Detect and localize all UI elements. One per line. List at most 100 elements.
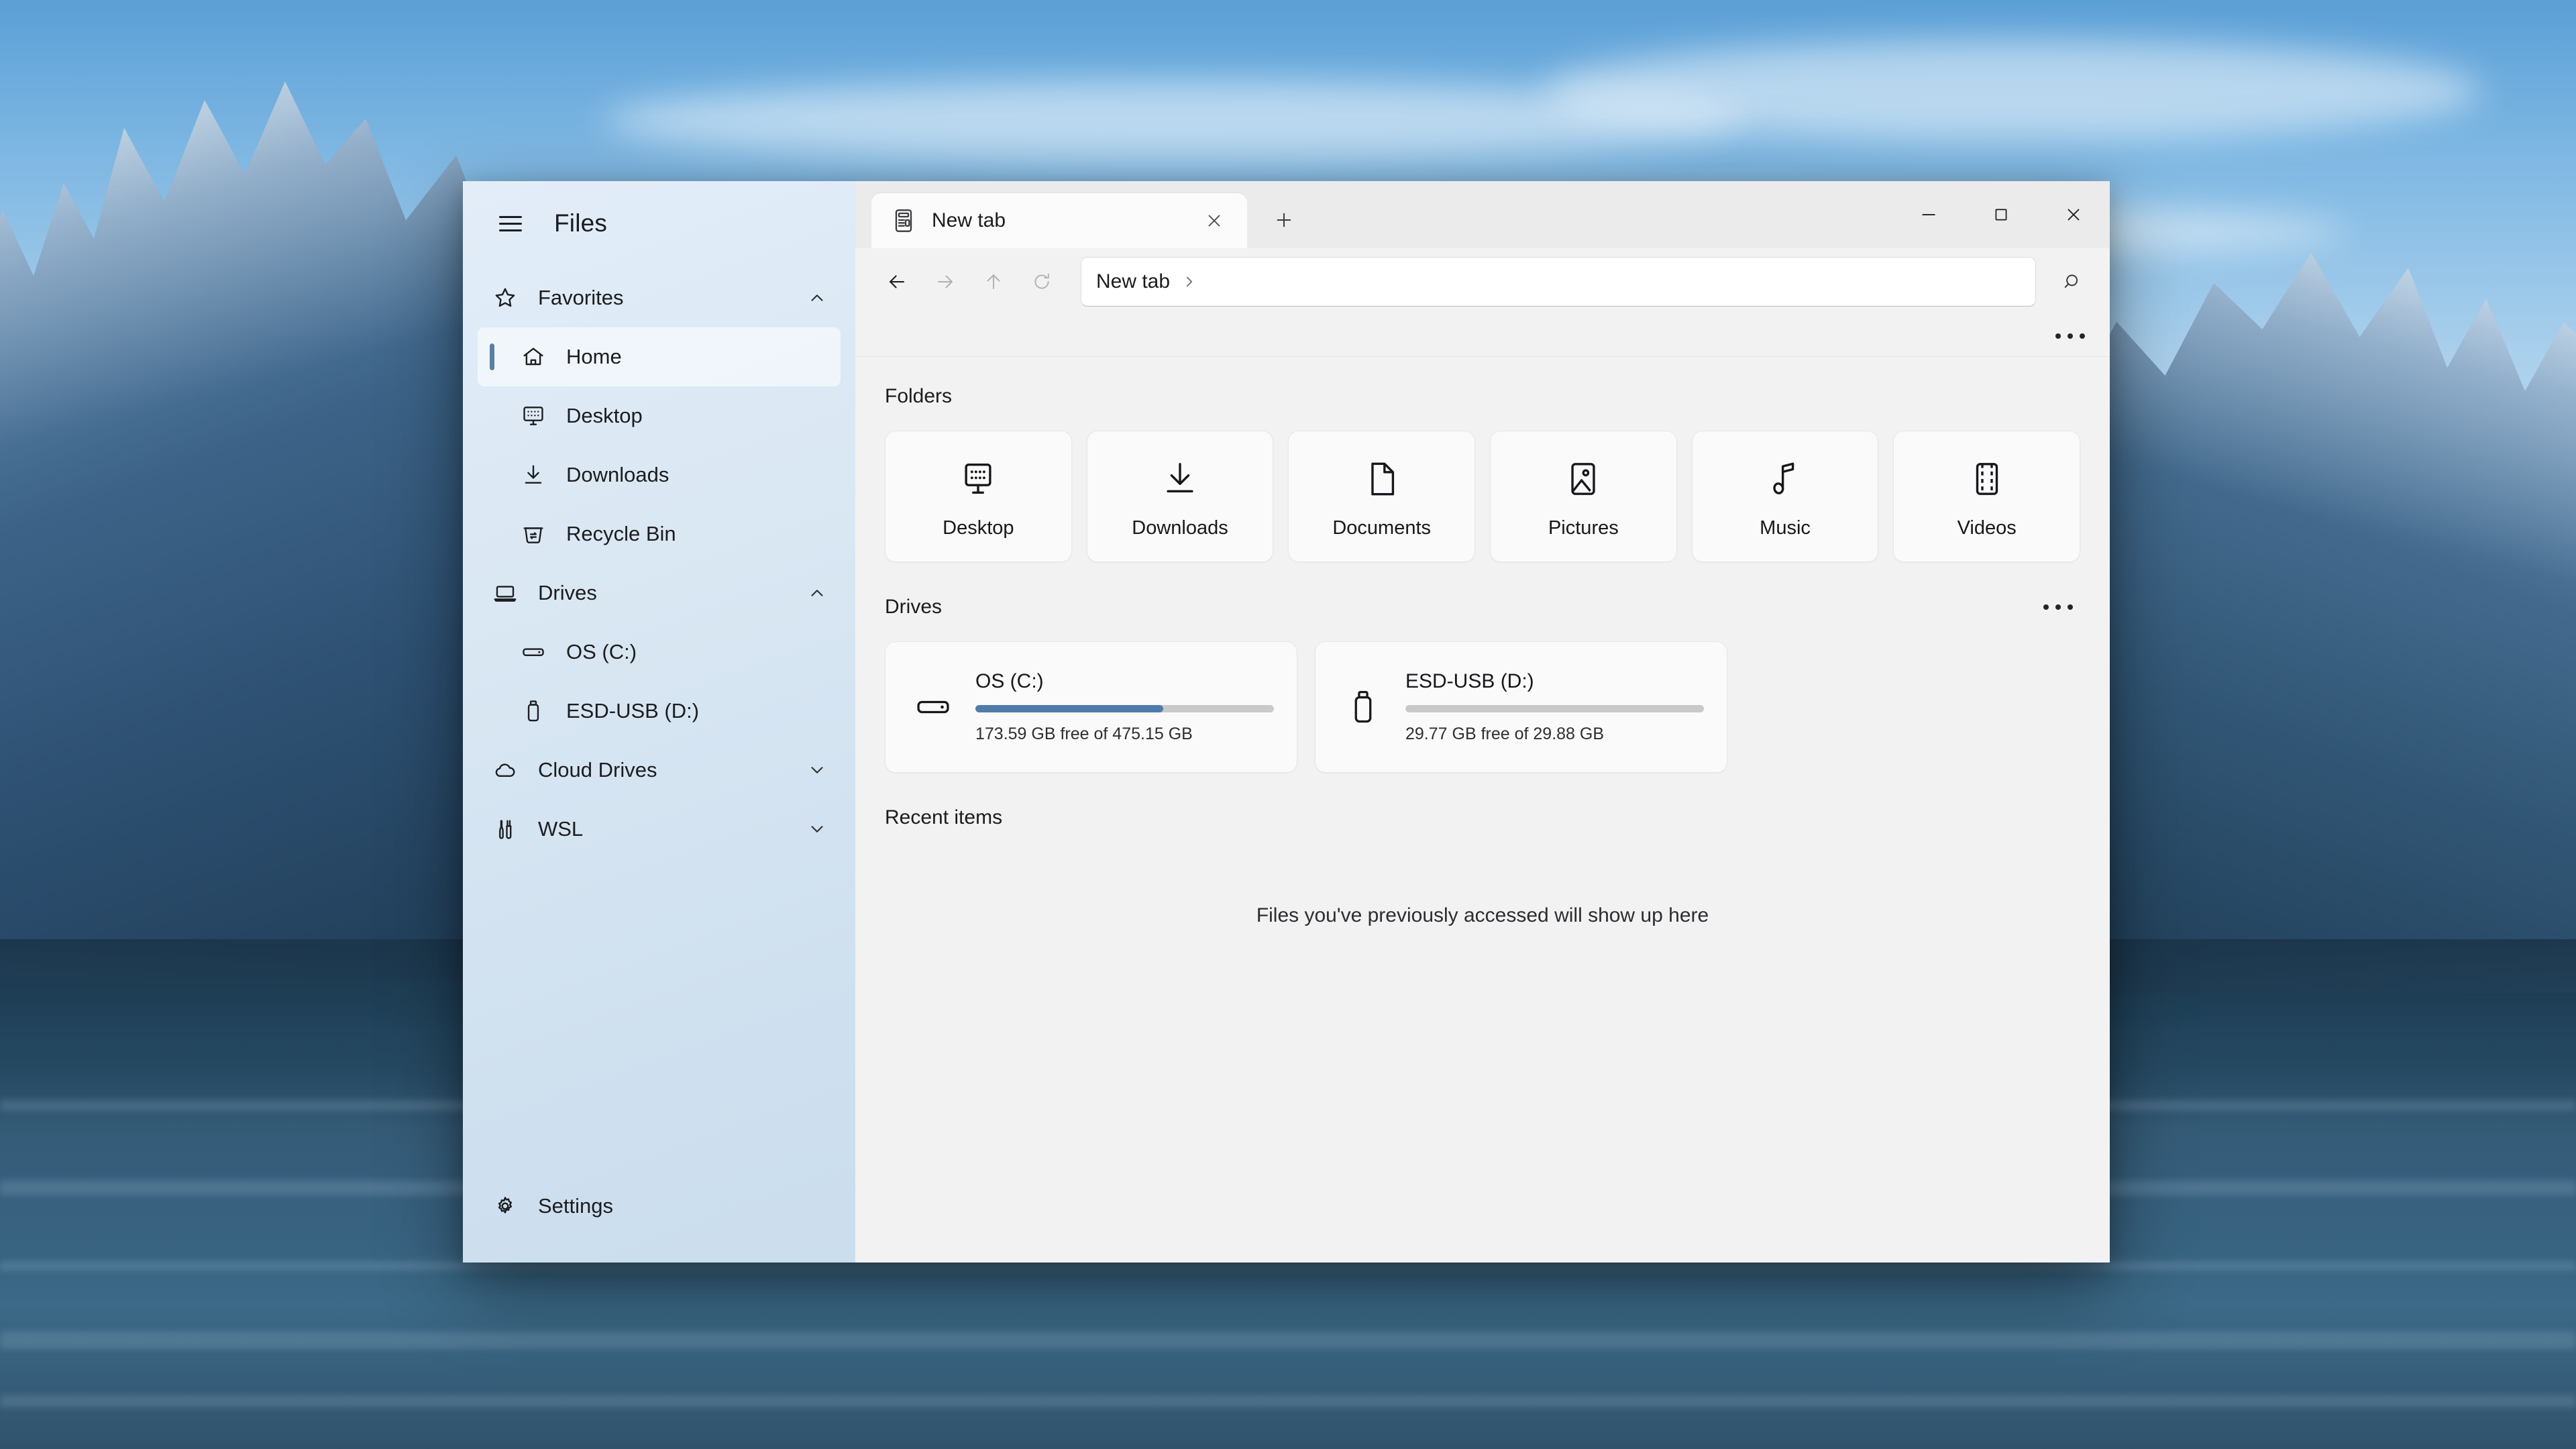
folders-heading: Folders [885,385,952,408]
search-icon[interactable] [2048,257,2098,307]
sidebar-item-label: Home [566,345,622,369]
water-streak [0,1395,2576,1407]
water-streak [0,1332,2576,1349]
sidebar-group-drives[interactable]: Drives [478,564,841,623]
folder-card-desktop[interactable]: Desktop [885,431,1072,562]
arrow-up-icon [982,270,1005,293]
sidebar-item-esd-usb-d[interactable]: ESD-USB (D:) [478,682,841,741]
sidebar-group-favorites[interactable]: Favorites [478,268,841,327]
folder-card-videos[interactable]: Videos [1893,431,2080,562]
maximize-icon[interactable] [1965,181,2037,248]
tab-label: New tab [932,209,1196,232]
tab-strip: New tab [855,181,2110,248]
folders-section-header: Folders [885,380,2080,413]
image-icon [1564,454,1603,504]
cloud-wisp [1543,40,2482,141]
recent-section-header: Recent items [885,801,2080,835]
sidebar-group-cloud-drives[interactable]: Cloud Drives [478,741,841,800]
drive-free-space: 173.59 GB free of 475.15 GB [975,724,1274,744]
folder-card-music[interactable]: Music [1692,431,1879,562]
drives-section-header: Drives [885,590,2080,624]
new-tab-page-icon [890,207,917,234]
drive-capacity-bar [1405,705,1704,712]
tab-new-tab[interactable]: New tab [871,193,1247,248]
desktop-monitor-icon [518,400,549,431]
sidebar-item-recycle-bin[interactable]: Recycle Bin [478,504,841,564]
back-button[interactable] [873,258,921,306]
sidebar-group-label: WSL [538,817,583,841]
sidebar: Files Favorites [463,181,855,1263]
chevron-up-icon [807,288,827,308]
drive-free-space: 29.77 GB free of 29.88 GB [1405,724,1704,744]
document-icon [1362,454,1401,504]
chevron-right-icon[interactable] [1181,273,1198,290]
chevron-down-icon [807,819,827,839]
recent-heading: Recent items [885,806,1002,829]
sidebar-item-home[interactable]: Home [478,327,841,386]
gear-icon [490,1191,521,1222]
drive-card-esd-usb-d[interactable]: ESD-USB (D:) 29.77 GB free of 29.88 GB [1315,641,1727,773]
refresh-button[interactable] [1018,258,1066,306]
hard-drive-icon [518,637,549,667]
download-arrow-icon [1161,454,1199,504]
desktop-monitor-icon [959,454,998,504]
sidebar-item-settings[interactable]: Settings [478,1177,841,1236]
forward-button[interactable] [921,258,969,306]
sidebar-item-os-c[interactable]: OS (C:) [478,623,841,682]
address-bar[interactable]: New tab [1081,257,2036,307]
sidebar-item-label: ESD-USB (D:) [566,699,699,723]
sidebar-item-label: Settings [538,1194,613,1218]
minimize-icon[interactable] [1892,181,1965,248]
drive-info: ESD-USB (D:) 29.77 GB free of 29.88 GB [1405,670,1704,744]
home-icon [518,341,549,372]
sidebar-group-label: Favorites [538,286,623,310]
content-pane: New tab [855,181,2110,1263]
sidebar-item-downloads[interactable]: Downloads [478,445,841,504]
files-window: Files Favorites [463,181,2110,1263]
folder-card-documents[interactable]: Documents [1288,431,1475,562]
breadcrumb[interactable]: New tab [1096,270,1170,293]
folder-label: Downloads [1132,517,1228,539]
drive-label: ESD-USB (D:) [1405,670,1704,693]
drives-overflow-ellipsis-icon[interactable] [2036,590,2080,625]
plus-icon[interactable] [1262,198,1306,242]
home-content: Folders [855,357,2110,1263]
sidebar-header: Files [463,195,855,252]
drive-capacity-fill [975,705,1163,712]
usb-drive-icon [518,696,549,727]
recent-empty-state: Files you've previously accessed will sh… [885,852,2080,927]
up-button[interactable] [969,258,1018,306]
refresh-icon [1031,271,1053,292]
drives-grid: OS (C:) 173.59 GB free of 475.15 GB [885,641,2080,773]
window-controls [1892,181,2110,248]
sidebar-item-desktop[interactable]: Desktop [478,386,841,445]
music-note-icon [1766,454,1805,504]
drive-card-os-c[interactable]: OS (C:) 173.59 GB free of 475.15 GB [885,641,1297,773]
toolbar-overflow-ellipsis-icon[interactable] [2048,319,2092,354]
sidebar-nav-list: Favorites Home [463,252,855,1177]
command-bar [855,315,2110,357]
laptop-icon [490,578,521,608]
drive-info: OS (C:) 173.59 GB free of 475.15 GB [975,670,1274,744]
app-title: Files [554,209,607,237]
sidebar-footer: Settings [463,1177,855,1263]
drives-heading: Drives [885,596,942,619]
drive-capacity-bar [975,705,1274,712]
hamburger-menu-icon[interactable] [482,198,539,249]
chevron-down-icon [807,760,827,780]
folder-label: Documents [1332,517,1431,539]
download-arrow-icon [518,460,549,490]
sidebar-item-label: Downloads [566,463,669,487]
sidebar-group-wsl[interactable]: WSL [478,800,841,859]
folders-grid: Desktop Downloads [885,431,2080,562]
folder-card-downloads[interactable]: Downloads [1087,431,1274,562]
folder-card-pictures[interactable]: Pictures [1490,431,1677,562]
sidebar-group-label: Drives [538,581,597,605]
close-icon[interactable] [2037,181,2110,248]
usb-drive-icon [1338,688,1388,726]
film-strip-icon [1968,454,2006,504]
close-icon[interactable] [1196,203,1232,239]
arrow-right-icon [934,270,957,293]
star-icon [490,282,521,313]
arrow-left-icon [885,270,908,293]
